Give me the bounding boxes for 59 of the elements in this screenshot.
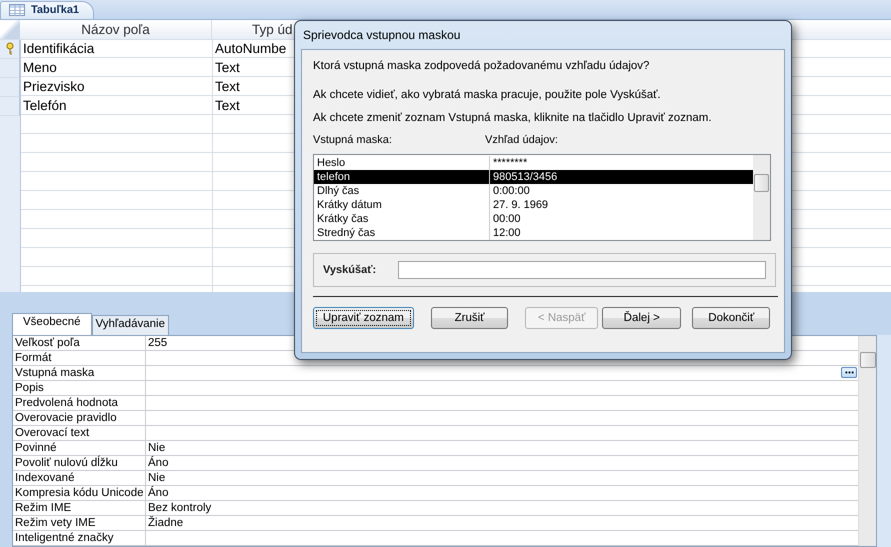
table-icon (9, 4, 25, 16)
column-label: Vstupná maska: (313, 134, 393, 146)
hint-text: Ak chcete vidieť, ako vybratá maska pracuje, použite pole Vyskúšať. (313, 89, 662, 101)
property-name: Overovací text (13, 426, 146, 440)
row-selector[interactable] (0, 58, 20, 78)
table-cell-text: Text (214, 78, 240, 96)
property-name: Režim IME (13, 501, 146, 515)
list-row[interactable]: Krátky čas 00:00 (314, 212, 753, 226)
table-cell-text: Identifikácia (22, 40, 96, 58)
table-cell-text: Priezvisko (22, 78, 86, 96)
table-cell-text: Meno (22, 58, 58, 77)
dialog-button[interactable]: Zrušiť (430, 307, 508, 329)
property-name: Kompresia kódu Unicode (13, 486, 146, 500)
property-name: Povoliť nulovú dĺžku (13, 456, 146, 470)
property-name: Formát (13, 351, 146, 365)
scrollbar[interactable] (753, 155, 770, 240)
ellipsis-icon (844, 371, 854, 374)
property-name: Inteligentné značky (13, 531, 146, 545)
property-value[interactable]: Áno (146, 456, 858, 470)
list-row[interactable]: Stredný čas 12:00 (314, 226, 753, 240)
try-field[interactable] (398, 261, 766, 279)
list-row[interactable]: Krátky dátum 27. 9. 1969 (314, 198, 753, 212)
field-label: Vyskúšať: (323, 264, 376, 276)
question-text: Ktorá vstupná maska zodpovedá požadovanému vzhľadu údajov? (313, 60, 650, 72)
property-name: Veľkosť poľa (13, 336, 146, 350)
document-tab[interactable]: Tabuľka1 (0, 0, 94, 19)
property-tab[interactable]: Vyhľadávanie (92, 315, 169, 335)
dialog-button[interactable]: Upraviť zoznam (313, 307, 414, 329)
builder-button[interactable] (841, 367, 857, 378)
property-name: Režim vety IME (13, 516, 146, 530)
scrollbar[interactable] (858, 336, 876, 546)
property-value[interactable]: Nie (146, 471, 858, 485)
table-cell-text: Text (214, 58, 240, 77)
hint-text: Ak chcete zmeniť zoznam Vstupná maska, kliknite na tlačidlo Upraviť zoznam. (313, 112, 713, 124)
property-value[interactable]: Nie (146, 441, 858, 455)
table-cell-text: AutoNumbe (214, 40, 286, 58)
select-all-corner[interactable] (0, 20, 20, 39)
row-selector[interactable] (0, 96, 20, 116)
property-name: Indexované (13, 471, 146, 485)
key-icon (6, 42, 14, 56)
property-name: Predvolená hodnota (13, 396, 146, 410)
table-cell-text: Text (214, 96, 240, 115)
property-name: Overovacie pravidlo (13, 411, 146, 425)
dialog-button[interactable]: Ďalej > (602, 307, 682, 329)
property-value[interactable]: Áno (146, 486, 858, 500)
list-row[interactable]: Dlhý čas 0:00:00 (314, 184, 753, 198)
column-header: Názov poľa (20, 20, 212, 39)
column-label: Vzhľad údajov: (485, 134, 558, 146)
dialog-button[interactable]: Dokončiť (692, 307, 770, 329)
property-name: Vstupná maska (13, 366, 146, 380)
property-name: Povinné (13, 441, 146, 455)
property-value[interactable]: Bez kontroly (146, 501, 858, 515)
row-selector[interactable] (0, 78, 20, 97)
list-row[interactable]: telefon 980513/3456 (314, 170, 753, 184)
property-tab[interactable]: Všeobecné (12, 313, 92, 335)
row-selector[interactable] (0, 40, 20, 59)
table-cell-text: Telefón (22, 96, 68, 115)
property-value[interactable]: Žiadne (146, 516, 858, 530)
property-name: Popis (13, 381, 146, 395)
